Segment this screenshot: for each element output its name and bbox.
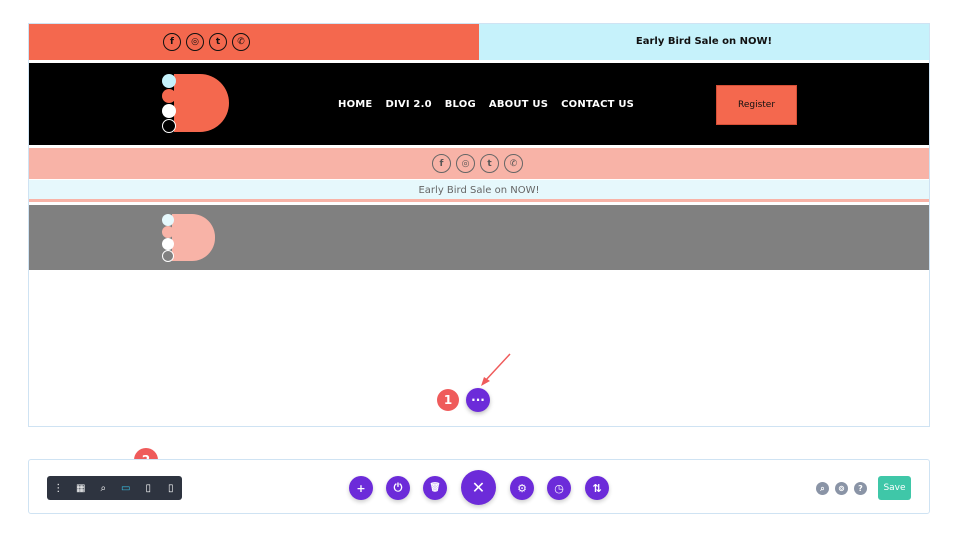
more-icon[interactable]: ⋮ [47, 476, 70, 500]
nav-divi[interactable]: DIVI 2.0 [385, 99, 431, 110]
nav-home[interactable]: HOME [338, 99, 372, 110]
main-nav: HOME DIVI 2.0 BLOG ABOUT US CONTACT US [338, 63, 634, 145]
layers-icon[interactable]: ⊚ [835, 482, 848, 495]
sale-band-text: Early Bird Sale on NOW! [418, 185, 540, 196]
phone-icon[interactable]: ▯ [160, 476, 183, 500]
social-band: f ◎ t ✆ [29, 148, 929, 179]
help-icon[interactable]: ? [854, 482, 867, 495]
sale-band: Early Bird Sale on NOW! [29, 180, 929, 202]
builder-toolbar: ⋮ ▦ ⌕ ▭ ▯ ▯ + ⏻ 🗑 ✕ ⚙ ◷ ⇅ ⌕ ⊚ ? Save [28, 459, 930, 514]
portability-icon[interactable]: ⇅ [585, 476, 609, 500]
topbar-sale-section: Early Bird Sale on NOW! [479, 24, 929, 60]
facebook-icon[interactable]: f [432, 154, 451, 173]
desktop-icon[interactable]: ▭ [115, 476, 138, 500]
nav-blog[interactable]: BLOG [445, 99, 476, 110]
twitter-icon[interactable]: t [209, 33, 227, 51]
save-button[interactable]: Save [878, 476, 911, 500]
add-icon[interactable]: + [349, 476, 373, 500]
topbar-social-section: f ◎ t ✆ [29, 24, 479, 60]
whatsapp-icon[interactable]: ✆ [504, 154, 523, 173]
history-icon[interactable]: ◷ [547, 476, 571, 500]
site-logo[interactable] [162, 74, 232, 134]
nav-contact[interactable]: CONTACT US [561, 99, 634, 110]
site-logo-small[interactable] [162, 214, 217, 262]
page-settings-menu-button[interactable]: ··· [466, 388, 490, 412]
wireframe-icon[interactable]: ▦ [70, 476, 93, 500]
power-icon[interactable]: ⏻ [386, 476, 410, 500]
close-icon[interactable]: ✕ [461, 470, 496, 505]
instagram-icon[interactable]: ◎ [186, 33, 204, 51]
tablet-icon[interactable]: ▯ [137, 476, 160, 500]
view-mode-toolbar: ⋮ ▦ ⌕ ▭ ▯ ▯ [47, 476, 182, 500]
nav-about[interactable]: ABOUT US [489, 99, 548, 110]
settings-icon[interactable]: ⚙ [510, 476, 534, 500]
register-button[interactable]: Register [716, 85, 797, 125]
facebook-icon[interactable]: f [163, 33, 181, 51]
twitter-icon[interactable]: t [480, 154, 499, 173]
step-badge-1: 1 [437, 389, 459, 411]
instagram-icon[interactable]: ◎ [456, 154, 475, 173]
trash-icon[interactable]: 🗑 [423, 476, 447, 500]
zoom-icon[interactable]: ⌕ [92, 476, 115, 500]
arrow-annotation-icon [481, 353, 511, 386]
sticky-header-preview [29, 205, 929, 270]
sale-announcement: Early Bird Sale on NOW! [635, 36, 773, 47]
search-icon[interactable]: ⌕ [816, 482, 829, 495]
whatsapp-icon[interactable]: ✆ [232, 33, 250, 51]
site-header: HOME DIVI 2.0 BLOG ABOUT US CONTACT US R… [29, 63, 929, 145]
